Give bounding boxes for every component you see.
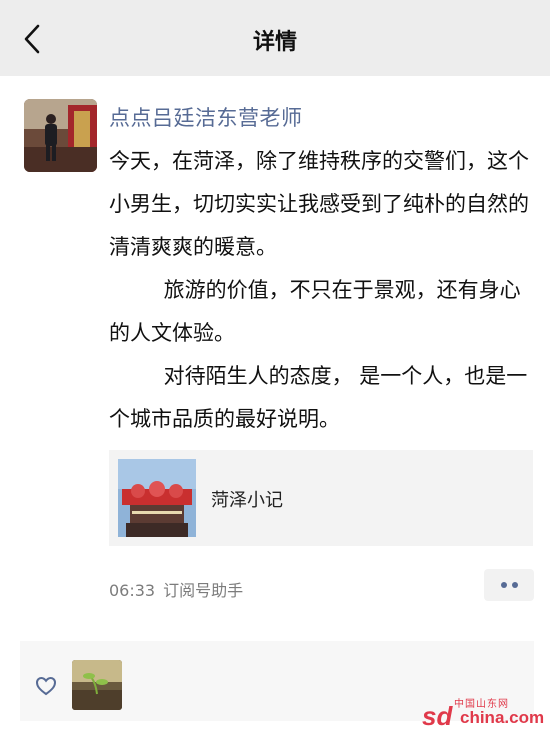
- post-body: 今天，在菏泽，除了维持秩序的交警们，这个小男生，切切实实让我感受到了纯朴的自然的…: [109, 140, 534, 441]
- article-title: 菏泽小记: [211, 490, 283, 511]
- more-dots-icon: [511, 582, 518, 588]
- liker-avatar[interactable]: [72, 660, 122, 710]
- page-title: 详情: [252, 30, 297, 55]
- heart-icon: [35, 676, 57, 696]
- post-time: 06:33: [109, 581, 156, 600]
- comment-like-menu-button[interactable]: [484, 569, 534, 601]
- more-dots-icon: [500, 582, 507, 588]
- watermark-sd: sd: [422, 701, 453, 731]
- post-meta: 06:33 订阅号助手: [109, 577, 243, 601]
- post-paragraph: 旅游的价值，不只在于景观，还有身心的人文体验。: [109, 278, 521, 345]
- avatar-image: [24, 99, 97, 172]
- article-thumbnail: [118, 459, 196, 537]
- avatar[interactable]: [24, 99, 97, 172]
- top-bar: 详情: [0, 0, 550, 76]
- shared-article-card[interactable]: 菏泽小记: [109, 450, 533, 546]
- post-source: 订阅号助手: [163, 581, 244, 600]
- watermark-domain: china.com: [460, 708, 545, 727]
- author-name[interactable]: 点点吕廷洁东营老师: [109, 102, 303, 132]
- post-paragraph: 对待陌生人的态度， 是一个人，也是一个城市品质的最好说明。: [109, 364, 528, 431]
- post-paragraph: 今天，在菏泽，除了维持秩序的交警们，这个小男生，切切实实让我感受到了纯朴的自然的…: [109, 149, 529, 259]
- site-watermark: 中国山东网 sd china.com: [422, 695, 544, 731]
